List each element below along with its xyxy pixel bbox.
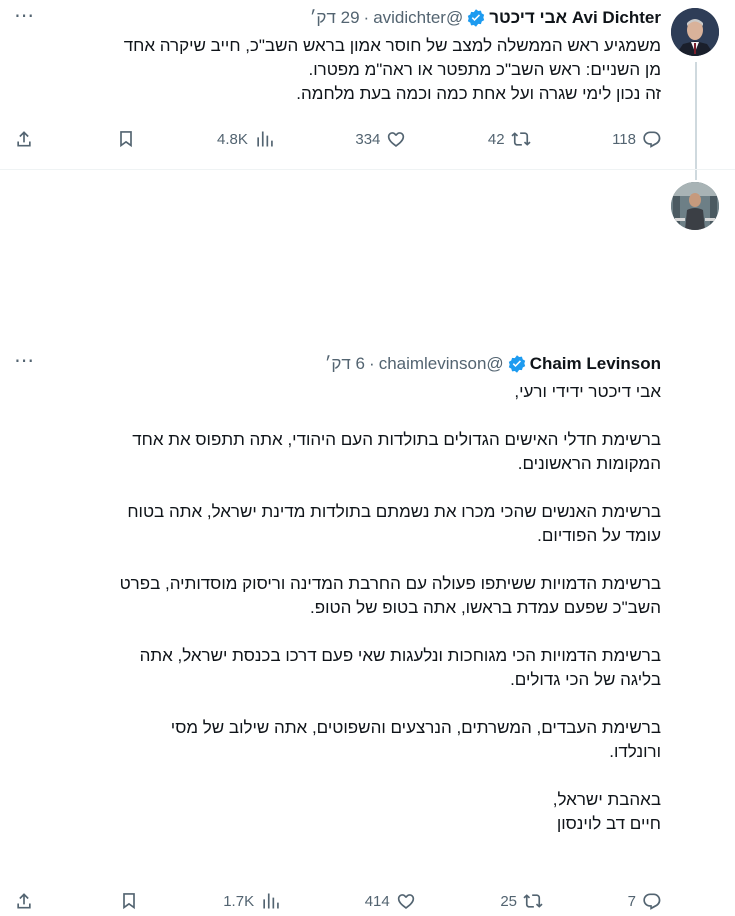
more-icon[interactable]: ⋯	[14, 3, 35, 28]
tweet-text: אבי דיכטר ידידי ורעי, ברשימת חדלי האישים…	[16, 380, 661, 836]
text-line: המקומות הראשונים.	[517, 454, 661, 473]
text-line: בליגה של הכי גדולים.	[510, 670, 661, 689]
repost-icon	[510, 132, 531, 146]
avatar[interactable]	[671, 182, 719, 230]
tweet-paragraph: ברשימת חדלי האישים הגדולים בתולדות העם ה…	[16, 428, 661, 476]
display-name[interactable]: Chaim Levinson	[530, 354, 661, 374]
tweet-paragraph: משמגיע ראש הממשלה למצב של חוסר אמון בראש…	[16, 34, 661, 106]
avatar[interactable]	[671, 8, 719, 56]
text-line: ברשימת האנשים שהכי מכרו את נשמתם בתולדות…	[127, 502, 661, 521]
verified-badge-icon	[466, 8, 486, 28]
text-line: מן השניים: ראש השב"כ מתפטר או ראה"מ מפטר…	[308, 60, 661, 79]
action-bar: 1.7K 414 25 7	[14, 886, 662, 916]
bookmark-icon	[122, 893, 135, 910]
replies-count: 7	[627, 892, 636, 910]
action-bar: 4.8K 334 42 118	[14, 124, 662, 154]
repost-icon	[523, 894, 543, 908]
repost-button[interactable]: 25	[500, 891, 543, 911]
tweet-paragraph: ברשימת האנשים שהכי מכרו את נשמתם בתולדות…	[16, 500, 661, 548]
text-line: אבי דיכטר ידידי ורעי,	[514, 382, 661, 401]
like-button[interactable]: 414	[365, 891, 416, 911]
verified-badge-icon	[507, 354, 527, 374]
text-line: עומד על הפודיום.	[537, 526, 661, 545]
bookmark-button[interactable]	[116, 129, 136, 149]
reply-icon	[643, 893, 661, 910]
timestamp[interactable]: 29 דק׳	[310, 8, 360, 28]
share-button[interactable]	[14, 129, 34, 149]
reply-button[interactable]: 118	[612, 129, 662, 149]
reposts-count: 42	[487, 130, 505, 148]
display-name[interactable]: Avi Dichter אבי דיכטר	[489, 8, 661, 28]
tweet-paragraph: ברשימת הדמויות הכי מגוחכות ונלעגות שאי פ…	[16, 644, 661, 692]
views-icon	[257, 131, 273, 147]
share-icon	[17, 893, 31, 909]
text-line: ברשימת הדמויות ששיתפו פעולה עם החרבת המד…	[119, 574, 661, 593]
share-button[interactable]	[14, 891, 34, 911]
views-icon	[263, 893, 279, 909]
tweet-header: Chaim Levinson @chaimlevinson · 6 דק׳	[325, 354, 661, 374]
bookmark-button[interactable]	[119, 891, 139, 911]
text-line: באהבת ישראל,	[552, 790, 661, 809]
tweet-paragraph: ברשימת הדמויות ששיתפו פעולה עם החרבת המד…	[16, 572, 661, 620]
tweet[interactable]: Avi Dichter אבי דיכטר @avidichter · 29 ד…	[0, 0, 735, 180]
text-line: השב"כ שפעם עמדת בראשו, אתה בטופ של הטופ.	[310, 598, 661, 617]
like-icon	[397, 894, 414, 909]
like-button[interactable]: 334	[355, 129, 406, 149]
handle[interactable]: @avidichter	[373, 8, 463, 28]
text-line: חיים דב לוינסון	[556, 814, 661, 833]
text-line: ברשימת הדמויות הכי מגוחכות ונלעגות שאי פ…	[139, 646, 661, 665]
text-line: זה נכון לימי שגרה ועל אחת כמה וכמה בעת מ…	[296, 84, 661, 103]
share-icon	[17, 131, 31, 147]
tweet[interactable]: Chaim Levinson @chaimlevinson · 6 דק׳ ⋯ …	[0, 170, 735, 910]
handle[interactable]: @chaimlevinson	[379, 354, 504, 374]
text-line: משמגיע ראש הממשלה למצב של חוסר אמון בראש…	[123, 36, 661, 55]
tweet-paragraph: אבי דיכטר ידידי ורעי,	[16, 380, 661, 404]
views-count: 1.7K	[223, 892, 255, 910]
text-line: ורונלדו.	[609, 742, 661, 761]
views-button[interactable]: 1.7K	[223, 891, 280, 911]
likes-count: 334	[355, 130, 381, 148]
reply-icon	[643, 131, 661, 148]
tweet-paragraph: ברשימת העבדים, המשרתים, הנרצעים והשפוטים…	[16, 716, 661, 764]
views-button[interactable]: 4.8K	[217, 129, 274, 149]
separator-dot: ·	[363, 8, 370, 27]
separator-dot: ·	[369, 354, 375, 373]
reply-button[interactable]: 7	[628, 891, 662, 911]
tweet-header: Avi Dichter אבי דיכטר @avidichter · 29 ד…	[310, 8, 661, 28]
views-count: 4.8K	[217, 130, 248, 148]
text-line: ברשימת חדלי האישים הגדולים בתולדות העם ה…	[132, 430, 661, 449]
more-icon[interactable]: ⋯	[14, 348, 35, 373]
reposts-count: 25	[500, 892, 518, 910]
like-icon	[388, 132, 405, 147]
text-line: ברשימת העבדים, המשרתים, הנרצעים והשפוטים…	[170, 718, 661, 737]
tweet-text: משמגיע ראש הממשלה למצב של חוסר אמון בראש…	[16, 34, 661, 106]
timestamp[interactable]: 6 דק׳	[325, 354, 365, 374]
bookmark-icon	[119, 131, 132, 148]
repost-button[interactable]: 42	[488, 129, 531, 149]
replies-count: 118	[612, 130, 636, 148]
tweet-paragraph: באהבת ישראל, חיים דב לוינסון	[16, 788, 661, 836]
likes-count: 414	[364, 892, 390, 910]
thread-line	[695, 62, 697, 180]
